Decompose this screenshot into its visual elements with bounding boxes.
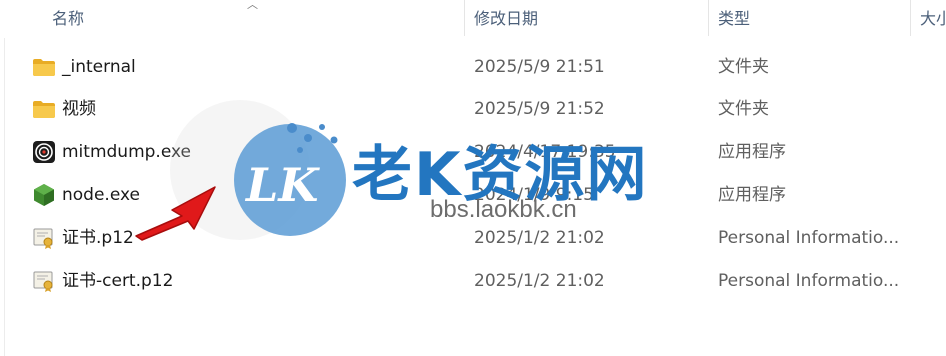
file-row[interactable]: 证书.p12 2025/1/2 21:02 Personal Informati… [0, 217, 946, 259]
certificate-file-icon [33, 228, 53, 249]
certificate-file-icon [33, 271, 53, 292]
file-type: 文件夹 [718, 57, 769, 77]
file-type: 应用程序 [718, 185, 786, 205]
file-row[interactable]: mitmdump.exe 2024/4/17 19:35 应用程序 [0, 131, 946, 173]
file-date: 2024/1/9 9:15 [474, 185, 594, 205]
file-name[interactable]: _internal [62, 46, 136, 88]
file-date: 2024/4/17 19:35 [474, 142, 616, 162]
file-explorer-window: ︿ 名称 修改日期 类型 大小 _internal 2025/5/9 21:51… [0, 0, 946, 356]
column-header-date[interactable]: 修改日期 [464, 0, 708, 38]
file-name[interactable]: 证书-cert.p12 [62, 260, 173, 302]
file-type: Personal Informatio... [718, 228, 900, 248]
file-row[interactable]: node.exe 2024/1/9 9:15 应用程序 [0, 174, 946, 216]
column-header-bar: ︿ 名称 修改日期 类型 大小 [0, 0, 946, 38]
file-name[interactable]: 证书.p12 [62, 217, 134, 259]
column-header-name[interactable]: 名称 [42, 0, 464, 38]
file-row[interactable]: _internal 2025/5/9 21:51 文件夹 [0, 46, 946, 88]
column-header-type[interactable]: 类型 [708, 0, 908, 38]
column-header-size[interactable]: 大小 [910, 0, 946, 38]
file-name[interactable]: node.exe [62, 174, 140, 216]
file-type: 文件夹 [718, 99, 769, 119]
nodejs-app-icon [34, 184, 54, 206]
file-row[interactable]: 视频 2025/5/9 21:52 文件夹 [0, 88, 946, 130]
folder-icon [33, 59, 55, 76]
file-type: Personal Informatio... [718, 271, 900, 291]
file-name[interactable]: mitmdump.exe [62, 131, 191, 173]
file-date: 2025/1/2 21:02 [474, 228, 605, 248]
file-row[interactable]: 证书-cert.p12 2025/1/2 21:02 Personal Info… [0, 260, 946, 302]
folder-icon [33, 101, 55, 118]
file-name[interactable]: 视频 [62, 88, 96, 130]
file-type: 应用程序 [718, 142, 786, 162]
file-date: 2025/5/9 21:51 [474, 57, 605, 77]
file-date: 2025/5/9 21:52 [474, 99, 605, 119]
file-date: 2025/1/2 21:02 [474, 271, 605, 291]
mitmdump-app-icon [33, 141, 55, 163]
